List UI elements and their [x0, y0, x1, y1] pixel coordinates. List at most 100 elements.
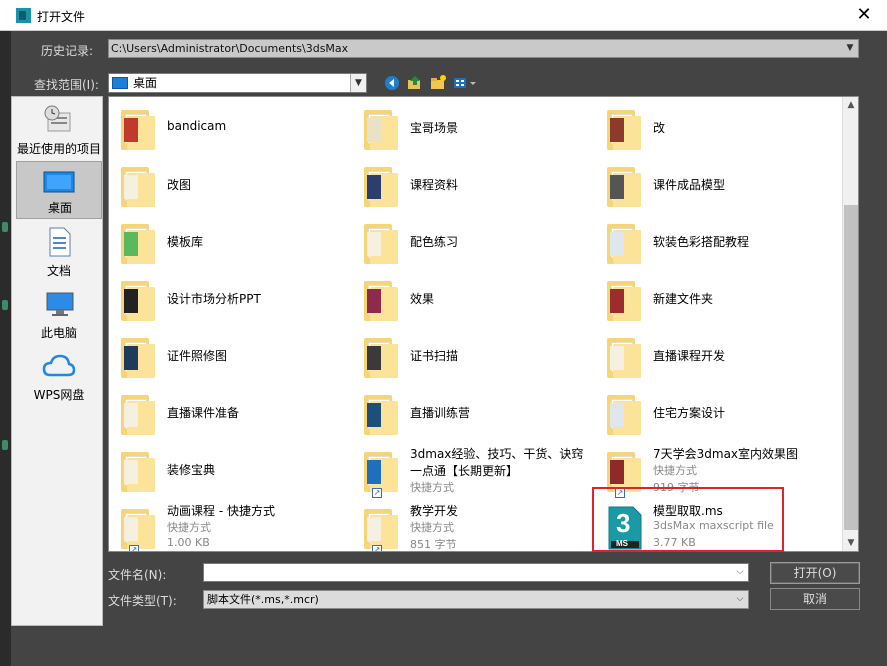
up-folder-icon[interactable] [406, 74, 424, 92]
folder-icon [121, 334, 155, 378]
shortcut-item[interactable]: ↗ 动画课程 - 快捷方式 快捷方式 1.00 KB [109, 498, 349, 551]
folder-item[interactable]: 宝哥场景 [352, 99, 592, 156]
place-wps-cloud[interactable]: WPS网盘 [16, 347, 102, 405]
folder-item[interactable]: 软装色彩搭配教程 [595, 213, 835, 270]
history-dropdown[interactable]: C:\Users\Administrator\Documents\3dsMax … [108, 39, 859, 58]
folder-icon: ↗ [121, 505, 155, 551]
file-name-line2: 一点通【长期更新】 [410, 464, 519, 478]
scrollbar-thumb[interactable] [844, 205, 858, 530]
file-list[interactable]: bandicam 宝哥场景 改改图 课程资料 课件成品模型模板库 配色练习 软装色彩搭配教程… [108, 96, 859, 552]
folder-item[interactable]: 改图 [109, 156, 349, 213]
folder-item[interactable]: 配色练习 [352, 213, 592, 270]
view-menu-icon[interactable] [452, 74, 478, 92]
folder-item[interactable]: 课件成品模型 [595, 156, 835, 213]
folder-icon [121, 220, 155, 264]
folder-item[interactable]: 直播训练营 [352, 384, 592, 441]
shortcut-item[interactable]: ↗ 3dmax经验、技巧、干货、诀窍 一点通【长期更新】 快捷方式 [352, 441, 592, 498]
file-name: 效果 [410, 292, 435, 306]
folder-icon [121, 163, 155, 207]
folder-item[interactable]: 装修宝典 [109, 441, 349, 498]
folder-item[interactable]: 直播课件准备 [109, 384, 349, 441]
chevron-down-icon[interactable]: ⌵ [732, 564, 748, 581]
folder-icon [607, 277, 641, 321]
shortcut-item[interactable]: ↗ 教学开发 快捷方式 851 字节 [352, 498, 592, 551]
documents-icon [49, 227, 71, 257]
folder-item[interactable]: 设计市场分析PPT [109, 270, 349, 327]
file-type: 快捷方式 [410, 521, 454, 534]
folder-item[interactable]: bandicam [109, 99, 349, 156]
folder-item[interactable]: 证书扫描 [352, 327, 592, 384]
folder-item[interactable]: 模板库 [109, 213, 349, 270]
folder-icon: ↗ [364, 505, 398, 551]
file-name: 直播训练营 [410, 406, 471, 420]
place-recent[interactable]: 最近使用的项目 [16, 101, 102, 159]
recent-icon [44, 105, 71, 132]
places-bar: 最近使用的项目 桌面 文档 此电脑 WPS网盘 [11, 96, 103, 626]
lookin-value: 桌面 [133, 76, 158, 90]
file-size: 1.00 KB [167, 536, 210, 549]
file-name: 住宅方案设计 [653, 406, 726, 420]
filetype-label: 文件类型(T): [108, 594, 177, 608]
file-name: 新建文件夹 [653, 292, 714, 306]
filetype-dropdown[interactable]: 脚本文件(*.ms,*.mcr) ⌵ [203, 590, 749, 609]
folder-item[interactable]: 改 [595, 99, 835, 156]
place-this-pc[interactable]: 此电脑 [16, 285, 102, 343]
place-desktop[interactable]: 桌面 [16, 161, 102, 219]
folder-item[interactable]: 课程资料 [352, 156, 592, 213]
desktop-folder-icon [112, 77, 128, 89]
desktop-icon [43, 171, 75, 193]
close-button[interactable]: ✕ [850, 2, 878, 28]
3dsmax-app-icon [16, 8, 31, 23]
bg-marker [2, 440, 8, 450]
bg-marker [2, 222, 8, 232]
file-name: 证件照修图 [167, 349, 228, 363]
file-name: 教学开发 [410, 504, 459, 518]
folder-icon [364, 391, 398, 435]
place-documents[interactable]: 文档 [16, 223, 102, 281]
place-label: 最近使用的项目 [16, 142, 101, 156]
place-label: 桌面 [47, 201, 72, 215]
file-name: 配色练习 [410, 235, 459, 249]
folder-item[interactable]: 直播课程开发 [595, 327, 835, 384]
scroll-down-icon[interactable]: ▼ [843, 535, 859, 551]
history-value: C:\Users\Administrator\Documents\3dsMax [111, 42, 349, 55]
back-icon[interactable] [383, 74, 401, 92]
place-label: 此电脑 [40, 326, 77, 340]
window-title: 打开文件 [37, 10, 86, 24]
chevron-down-icon[interactable]: ▼ [350, 74, 366, 92]
vertical-scrollbar[interactable]: ▲ ▼ [842, 97, 858, 551]
folder-icon: ↗ [607, 448, 641, 498]
folder-item[interactable]: 住宅方案设计 [595, 384, 835, 441]
bg-marker [2, 300, 8, 310]
file-name: 模板库 [167, 235, 204, 249]
file-name: 直播课程开发 [653, 349, 726, 363]
open-button[interactable]: 打开(O) [770, 562, 860, 584]
new-folder-icon[interactable] [429, 74, 447, 92]
shortcut-arrow-icon: ↗ [129, 545, 139, 551]
file-name: 课件成品模型 [653, 178, 726, 192]
file-type: 快捷方式 [167, 521, 211, 534]
folder-item[interactable]: 证件照修图 [109, 327, 349, 384]
file-name: 证书扫描 [410, 349, 459, 363]
file-name: 动画课程 - 快捷方式 [167, 504, 275, 518]
shortcut-arrow-icon: ↗ [372, 545, 382, 551]
lookin-label: 查找范围(I): [34, 78, 99, 92]
file-name: 宝哥场景 [410, 121, 459, 135]
folder-icon [121, 277, 155, 321]
filetype-value: 脚本文件(*.ms,*.mcr) [207, 593, 319, 606]
lookin-dropdown[interactable]: 桌面 ▼ [108, 73, 367, 93]
file-name: 装修宝典 [167, 463, 216, 477]
cancel-button[interactable]: 取消 [770, 588, 860, 610]
chevron-down-icon[interactable]: ⌵ [732, 591, 748, 608]
folder-icon [121, 106, 155, 150]
folder-icon [121, 391, 155, 435]
filename-input[interactable]: ⌵ [203, 563, 749, 582]
folder-item[interactable]: 新建文件夹 [595, 270, 835, 327]
file-name: bandicam [167, 119, 227, 133]
folder-item[interactable]: 效果 [352, 270, 592, 327]
file-name: 直播课件准备 [167, 406, 240, 420]
scroll-up-icon[interactable]: ▲ [843, 97, 859, 113]
file-name: 设计市场分析PPT [167, 292, 261, 306]
file-name: 课程资料 [410, 178, 459, 192]
chevron-down-icon[interactable]: ▼ [842, 40, 858, 57]
